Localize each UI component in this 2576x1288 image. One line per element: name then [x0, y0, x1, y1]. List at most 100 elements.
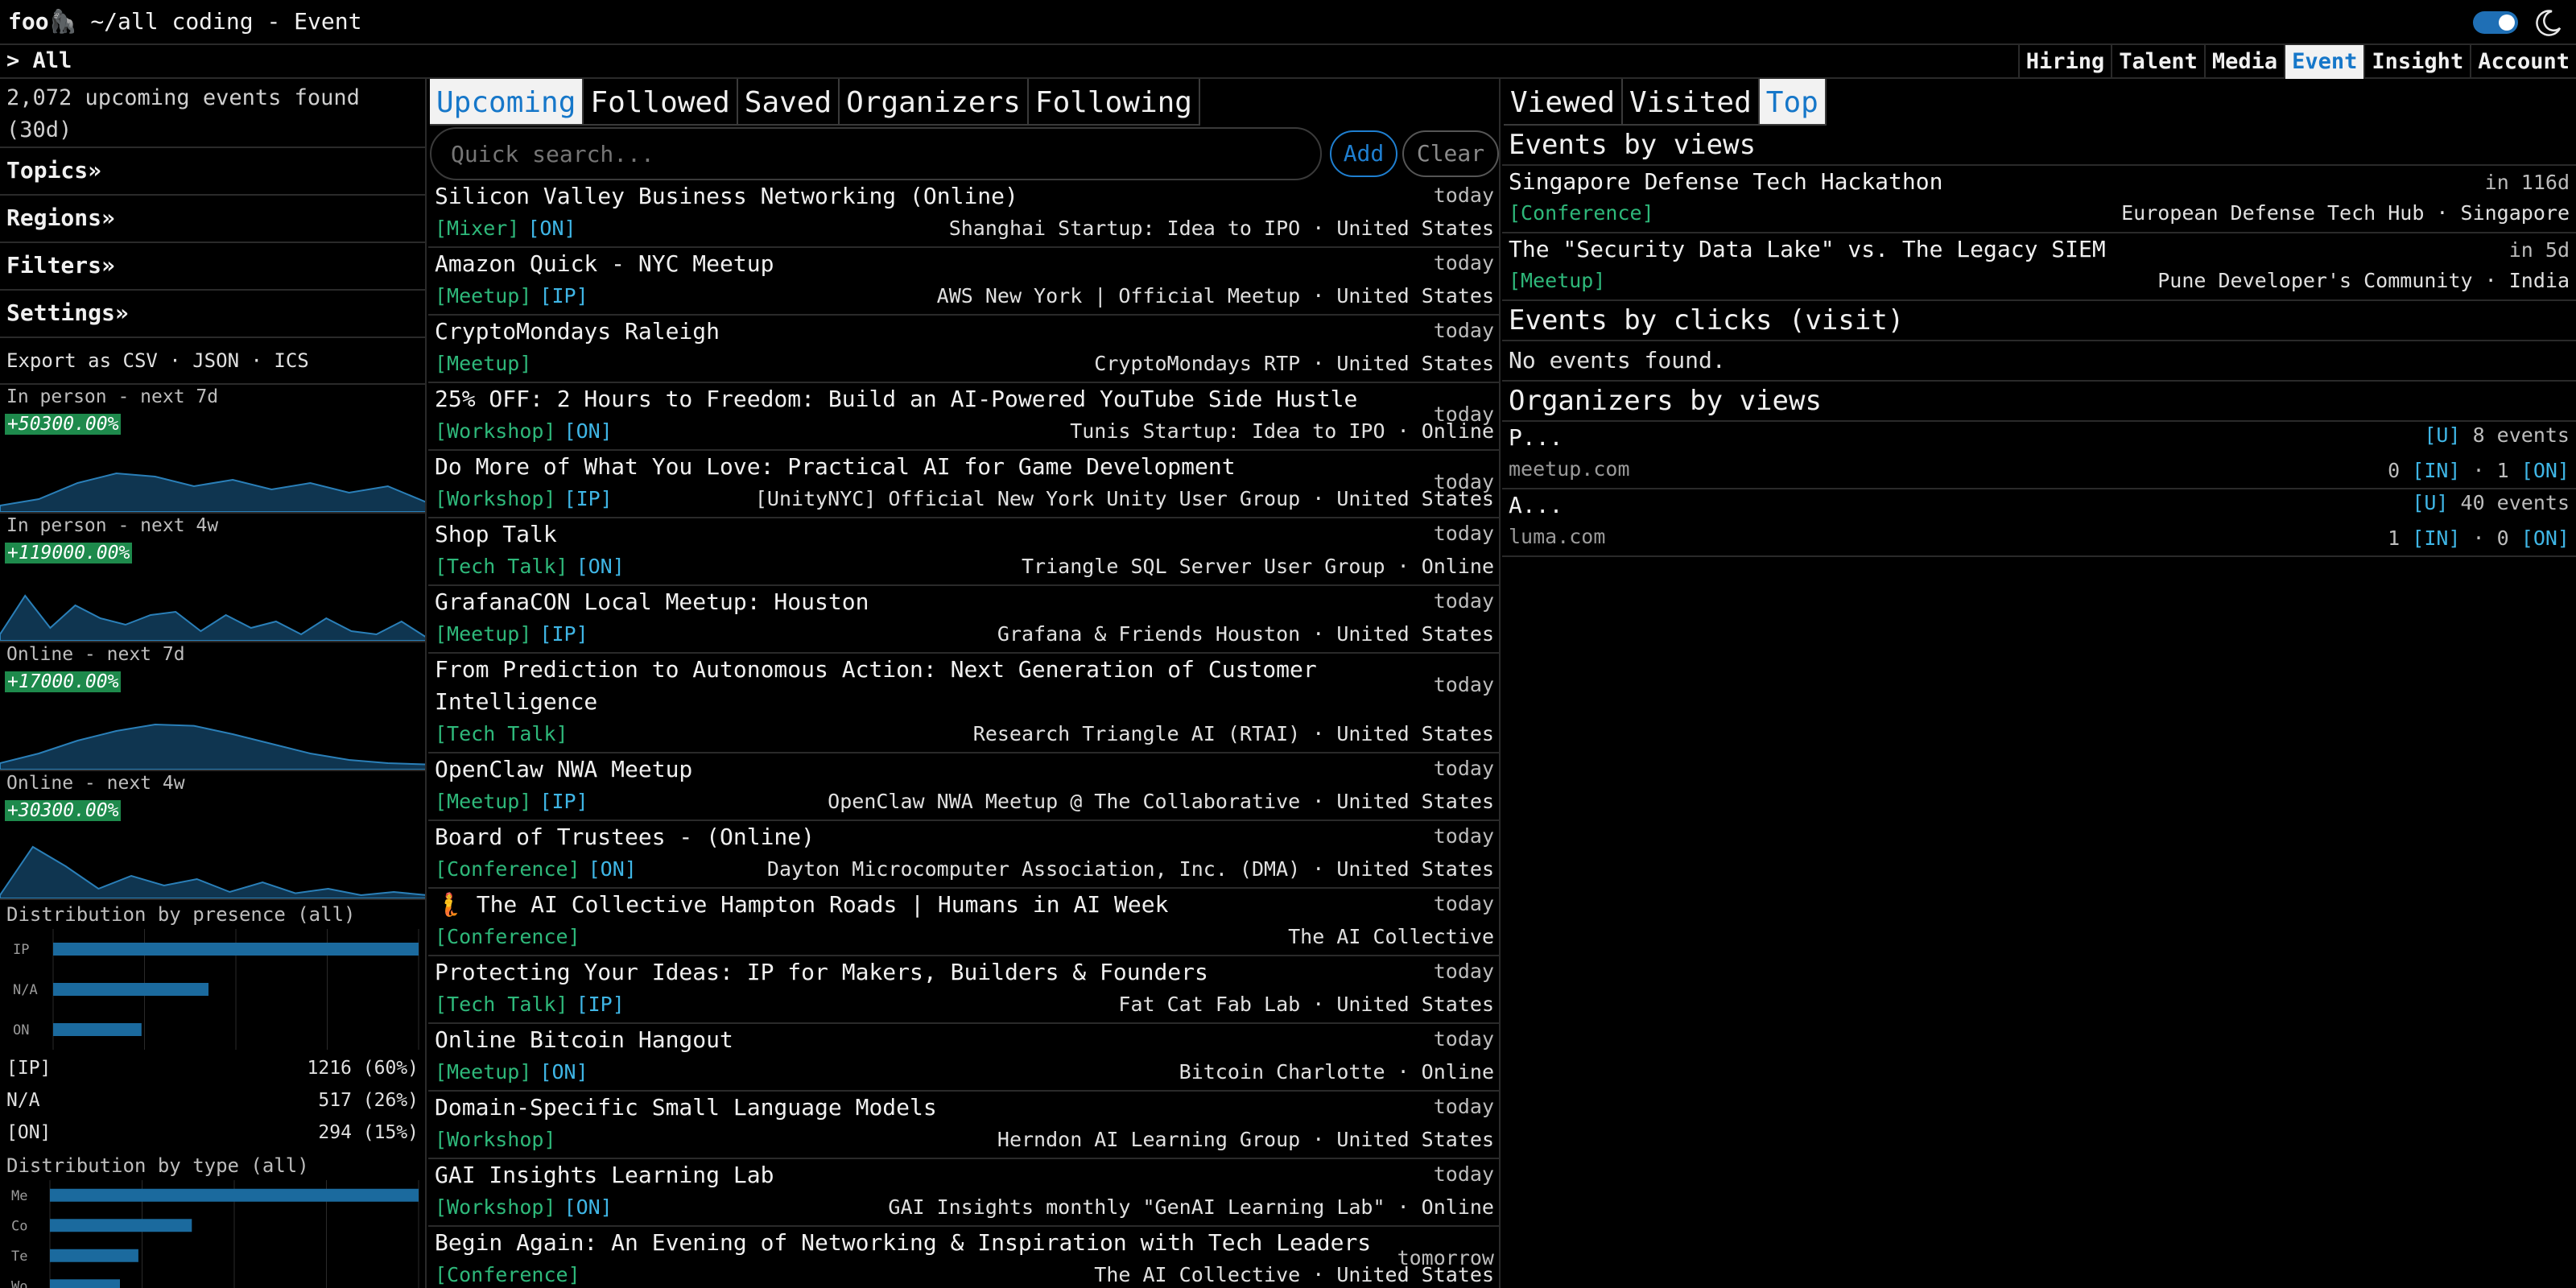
event-row[interactable]: From Prediction to Autonomous Action: Ne… [428, 654, 1499, 753]
export-ics-link[interactable]: ICS [274, 349, 308, 372]
event-type-tag[interactable]: [Meetup] [435, 284, 531, 308]
tab-following[interactable]: Following [1028, 79, 1200, 126]
event-mode-tag[interactable]: [ON] [564, 1195, 613, 1219]
event-row[interactable]: Protecting Your Ideas: IP for Makers, Bu… [428, 956, 1499, 1024]
event-mode-tag[interactable]: [ON] [564, 419, 613, 443]
event-type-tag[interactable]: [Mixer] [435, 217, 519, 240]
event-row[interactable]: CryptoMondays Raleigh today [Meetup] Crypto… [428, 316, 1499, 383]
event-organizer[interactable]: Dayton Microcomputer Association, Inc. (… [767, 853, 1494, 886]
organizer-row[interactable]: P... [U] 8 events meetup.com 0 [IN] · 1 [ON… [1502, 422, 2576, 489]
event-row[interactable]: Domain-Specific Small Language Models tod… [428, 1092, 1499, 1159]
event-title[interactable]: Do More of What You Love: Practical AI f… [435, 451, 1494, 483]
event-type-tag[interactable]: [Tech Talk] [435, 993, 568, 1016]
event-title[interactable]: GrafanaCON Local Meetup: Houston [435, 586, 1494, 618]
export-csv-link[interactable]: CSV [123, 349, 158, 372]
event-title[interactable]: Domain-Specific Small Language Models [435, 1092, 1494, 1124]
event-title[interactable]: 🧜 The AI Collective Hampton Roads | Huma… [435, 889, 1494, 921]
event-row[interactable]: Shop Talk today [Tech Talk] [ON] Triangle SQ… [428, 518, 1499, 586]
event-organizer[interactable]: Herndon AI Learning Group · United State… [997, 1124, 1494, 1156]
event-title[interactable]: Online Bitcoin Hangout [435, 1024, 1494, 1056]
nav-item-insight[interactable]: Insight [2363, 45, 2470, 79]
event-title[interactable]: Protecting Your Ideas: IP for Makers, Bu… [435, 956, 1494, 989]
event-organizer[interactable]: GAI Insights monthly "GenAI Learning Lab… [888, 1191, 1494, 1224]
top-event-title[interactable]: The "Security Data Lake" vs. The Legacy … [1509, 233, 2570, 266]
event-organizer[interactable]: AWS New York | Official Meetup · United … [937, 280, 1494, 312]
event-type-tag[interactable]: [Tech Talk] [435, 555, 568, 578]
bar[interactable] [50, 1249, 138, 1262]
event-organizer[interactable]: Triangle SQL Server User Group · Online [1022, 551, 1494, 583]
event-mode-tag[interactable]: [ON] [539, 1060, 588, 1084]
event-mode-tag[interactable]: [IP] [539, 622, 588, 646]
search-input[interactable] [430, 127, 1322, 180]
organizer-name[interactable]: A... [1509, 489, 2570, 522]
sidebar-section-filters[interactable]: Filters» [0, 243, 425, 291]
nav-item-talent[interactable]: Talent [2111, 45, 2204, 79]
event-row[interactable]: Silicon Valley Business Networking (Onli… [428, 180, 1499, 248]
event-row[interactable]: 🧜 The AI Collective Hampton Roads | Huma… [428, 889, 1499, 956]
export-json-link[interactable]: JSON [192, 349, 239, 372]
nav-item-account[interactable]: Account [2470, 45, 2576, 79]
event-type-tag[interactable]: [Workshop] [435, 1128, 556, 1151]
organizer-row[interactable]: A... [U] 40 events luma.com 1 [IN] · 0 [ON] [1502, 489, 2576, 557]
event-row[interactable]: Board of Trustees - (Online) today [Confer… [428, 821, 1499, 889]
tab-upcoming[interactable]: Upcoming [430, 79, 584, 126]
top-event-title[interactable]: Singapore Defense Tech Hackathon [1509, 166, 2570, 198]
clear-button[interactable]: Clear [1402, 130, 1499, 177]
event-mode-tag[interactable]: [IP] [539, 284, 588, 308]
event-organizer[interactable]: [UnityNYC] Official New York Unity User … [755, 483, 1494, 515]
nav-item-hiring[interactable]: Hiring [2017, 45, 2112, 79]
trend-card[interactable]: In person - next 4w +119000.00% [0, 514, 425, 642]
event-type-tag[interactable]: [Meetup] [435, 352, 531, 375]
trend-card[interactable]: Online - next 7d +17000.00% [0, 642, 425, 771]
event-type-tag[interactable]: [Meetup] [1509, 269, 1605, 292]
tab-viewed[interactable]: Viewed [1504, 79, 1624, 126]
trend-card[interactable]: Online - next 4w +30300.00% [0, 771, 425, 900]
event-organizer[interactable]: Grafana & Friends Houston · United State… [997, 618, 1494, 650]
sidebar-section-regions[interactable]: Regions» [0, 196, 425, 243]
event-title[interactable]: Amazon Quick - NYC Meetup [435, 248, 1494, 280]
trend-card[interactable]: In person - next 7d +50300.00% [0, 385, 425, 514]
event-row[interactable]: Online Bitcoin Hangout today [Meetup] [ON] B… [428, 1024, 1499, 1092]
event-type-tag[interactable]: [Meetup] [435, 790, 531, 813]
top-event-row[interactable]: The "Security Data Lake" vs. The Legacy … [1502, 233, 2576, 301]
event-organizer[interactable]: European Defense Tech Hub · Singapore [2121, 198, 2570, 229]
event-mode-tag[interactable]: [ON] [588, 857, 637, 881]
event-mode-tag[interactable]: [ON] [576, 555, 625, 578]
breadcrumb[interactable]: > All [6, 48, 72, 73]
event-title[interactable]: Silicon Valley Business Networking (Onli… [435, 180, 1494, 213]
bar[interactable] [53, 943, 419, 956]
organizer-name[interactable]: P... [1509, 422, 2570, 454]
event-mode-tag[interactable]: [IP] [539, 790, 588, 813]
moon-icon[interactable] [2533, 6, 2565, 39]
sidebar-section-settings[interactable]: Settings» [0, 291, 425, 338]
event-row[interactable]: GAI Insights Learning Lab today [Workshop]… [428, 1159, 1499, 1227]
tab-followed[interactable]: Followed [584, 79, 738, 126]
event-organizer[interactable]: Bitcoin Charlotte · Online [1179, 1056, 1494, 1088]
event-organizer[interactable]: Research Triangle AI (RTAI) · United Sta… [973, 718, 1494, 750]
event-title[interactable]: Shop Talk [435, 518, 1494, 551]
tab-visited[interactable]: Visited [1623, 79, 1760, 126]
bar[interactable] [50, 1219, 192, 1232]
event-mode-tag[interactable]: [IP] [576, 993, 625, 1016]
event-type-tag[interactable]: [Workshop] [435, 419, 556, 443]
event-type-tag[interactable]: [Workshop] [435, 1195, 556, 1219]
tab-organizers[interactable]: Organizers [840, 79, 1029, 126]
event-type-tag[interactable]: [Conference] [435, 925, 580, 948]
event-organizer[interactable]: CryptoMondays RTP · United States [1094, 348, 1494, 380]
nav-item-media[interactable]: Media [2203, 45, 2284, 79]
bar[interactable] [53, 1023, 142, 1036]
event-row[interactable]: GrafanaCON Local Meetup: Houston today [Me… [428, 586, 1499, 654]
event-organizer[interactable]: The AI Collective [1288, 921, 1494, 953]
nav-item-event[interactable]: Event [2284, 45, 2364, 79]
event-mode-tag[interactable]: [IP] [564, 487, 613, 510]
event-organizer[interactable]: Shanghai Startup: Idea to IPO · United S… [949, 213, 1494, 245]
event-type-tag[interactable]: [Tech Talk] [435, 722, 568, 745]
event-row[interactable]: Begin Again: An Evening of Networking & … [428, 1227, 1499, 1288]
app-title[interactable]: foo🦍 ~/all coding - Event [8, 8, 361, 35]
event-title[interactable]: Begin Again: An Evening of Networking & … [435, 1227, 1494, 1259]
add-button[interactable]: Add [1330, 130, 1397, 177]
event-type-tag[interactable]: [Conference] [1509, 201, 1654, 225]
theme-toggle[interactable] [2473, 11, 2518, 34]
event-title[interactable]: GAI Insights Learning Lab [435, 1159, 1494, 1191]
event-type-tag[interactable]: [Meetup] [435, 622, 531, 646]
